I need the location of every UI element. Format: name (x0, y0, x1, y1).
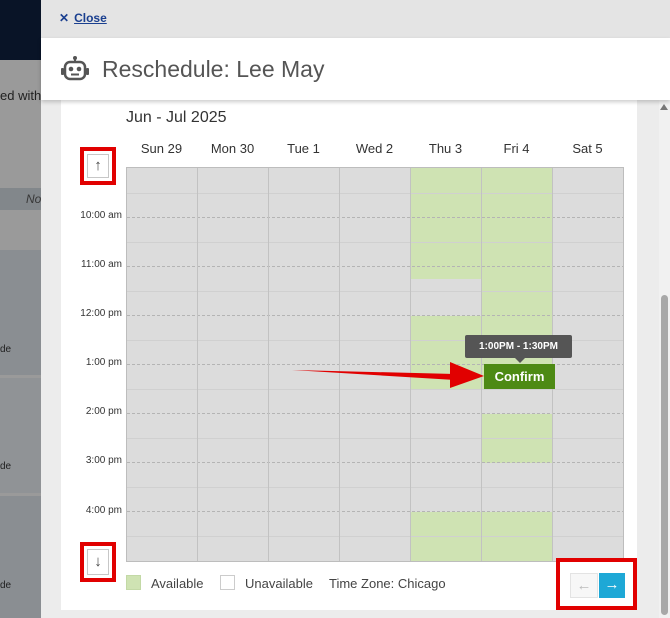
previous-week-button[interactable]: ← (570, 573, 598, 598)
available-slot[interactable] (411, 512, 553, 561)
week-nav-highlight: ← → (556, 558, 637, 610)
day-header-thu: Thu 3 (428, 141, 463, 156)
grid-line (127, 266, 623, 267)
day-header-wed: Wed 2 (355, 141, 394, 156)
grid-line (127, 291, 623, 292)
scroll-up-button[interactable]: ↑ (87, 154, 109, 178)
panel-top-bar: ✕ Close (41, 0, 670, 38)
scroll-down-highlight: ↓ (80, 542, 116, 582)
legend-unavailable-label: Unavailable (245, 576, 313, 591)
annotation-arrow (292, 362, 484, 388)
legend-available-swatch (126, 575, 141, 590)
day-header-sat: Sat 5 (572, 141, 603, 156)
column-divider (197, 168, 198, 561)
panel-header: Reschedule: Lee May (41, 38, 670, 100)
day-header-mon: Mon 30 (210, 141, 255, 156)
arrow-down-icon: ↓ (94, 553, 102, 570)
time-label: 4:00 pm (85, 505, 122, 516)
day-header-sun: Sun 29 (140, 141, 183, 156)
slot-time-tooltip: 1:00PM - 1:30PM (465, 335, 572, 358)
grid-line (127, 511, 623, 512)
arrow-right-icon: → (604, 576, 620, 593)
scroll-down-button[interactable]: ↓ (87, 549, 109, 575)
time-label: 12:00 pm (80, 308, 122, 319)
grid-line (127, 487, 623, 488)
time-label: 10:00 am (80, 210, 122, 221)
confirm-button[interactable]: Confirm (484, 364, 555, 389)
tooltip-pointer (515, 358, 525, 363)
column-divider (268, 168, 269, 561)
next-week-button[interactable]: → (599, 573, 625, 598)
arrow-left-icon: ← (576, 577, 592, 594)
legend-unavailable-swatch (220, 575, 235, 590)
close-icon: ✕ (59, 11, 70, 25)
month-label: Jun - Jul 2025 (126, 109, 227, 126)
close-label: Close (74, 11, 107, 25)
grid-line (127, 462, 623, 463)
time-label: 3:00 pm (85, 455, 122, 466)
day-header-tue: Tue 1 (287, 141, 320, 156)
available-slot[interactable] (411, 168, 482, 279)
timezone-label: Time Zone: Chicago (329, 576, 446, 591)
day-header-fri: Fri 4 (503, 141, 530, 156)
grid-line (127, 536, 623, 537)
grid-line (127, 217, 623, 218)
grid-line (127, 438, 623, 439)
close-link[interactable]: ✕ Close (59, 11, 107, 25)
time-label: 11:00 am (81, 259, 122, 270)
panel-scrollbar[interactable] (659, 100, 670, 618)
time-label: 1:00 pm (85, 357, 122, 368)
scroll-up-arrow-icon[interactable] (660, 104, 668, 110)
scroll-up-highlight: ↑ (80, 147, 116, 185)
grid-line (127, 193, 623, 194)
panel-title: Reschedule: Lee May (102, 56, 325, 82)
grid-line (127, 389, 623, 390)
scrollbar-thumb[interactable] (661, 295, 668, 615)
arrow-up-icon: ↑ (94, 157, 102, 174)
grid-line (127, 242, 623, 243)
grid-line (127, 413, 623, 414)
grid-line (127, 315, 623, 316)
legend-available-label: Available (151, 576, 204, 591)
time-label: 2:00 pm (85, 406, 122, 417)
robot-icon (61, 56, 89, 81)
